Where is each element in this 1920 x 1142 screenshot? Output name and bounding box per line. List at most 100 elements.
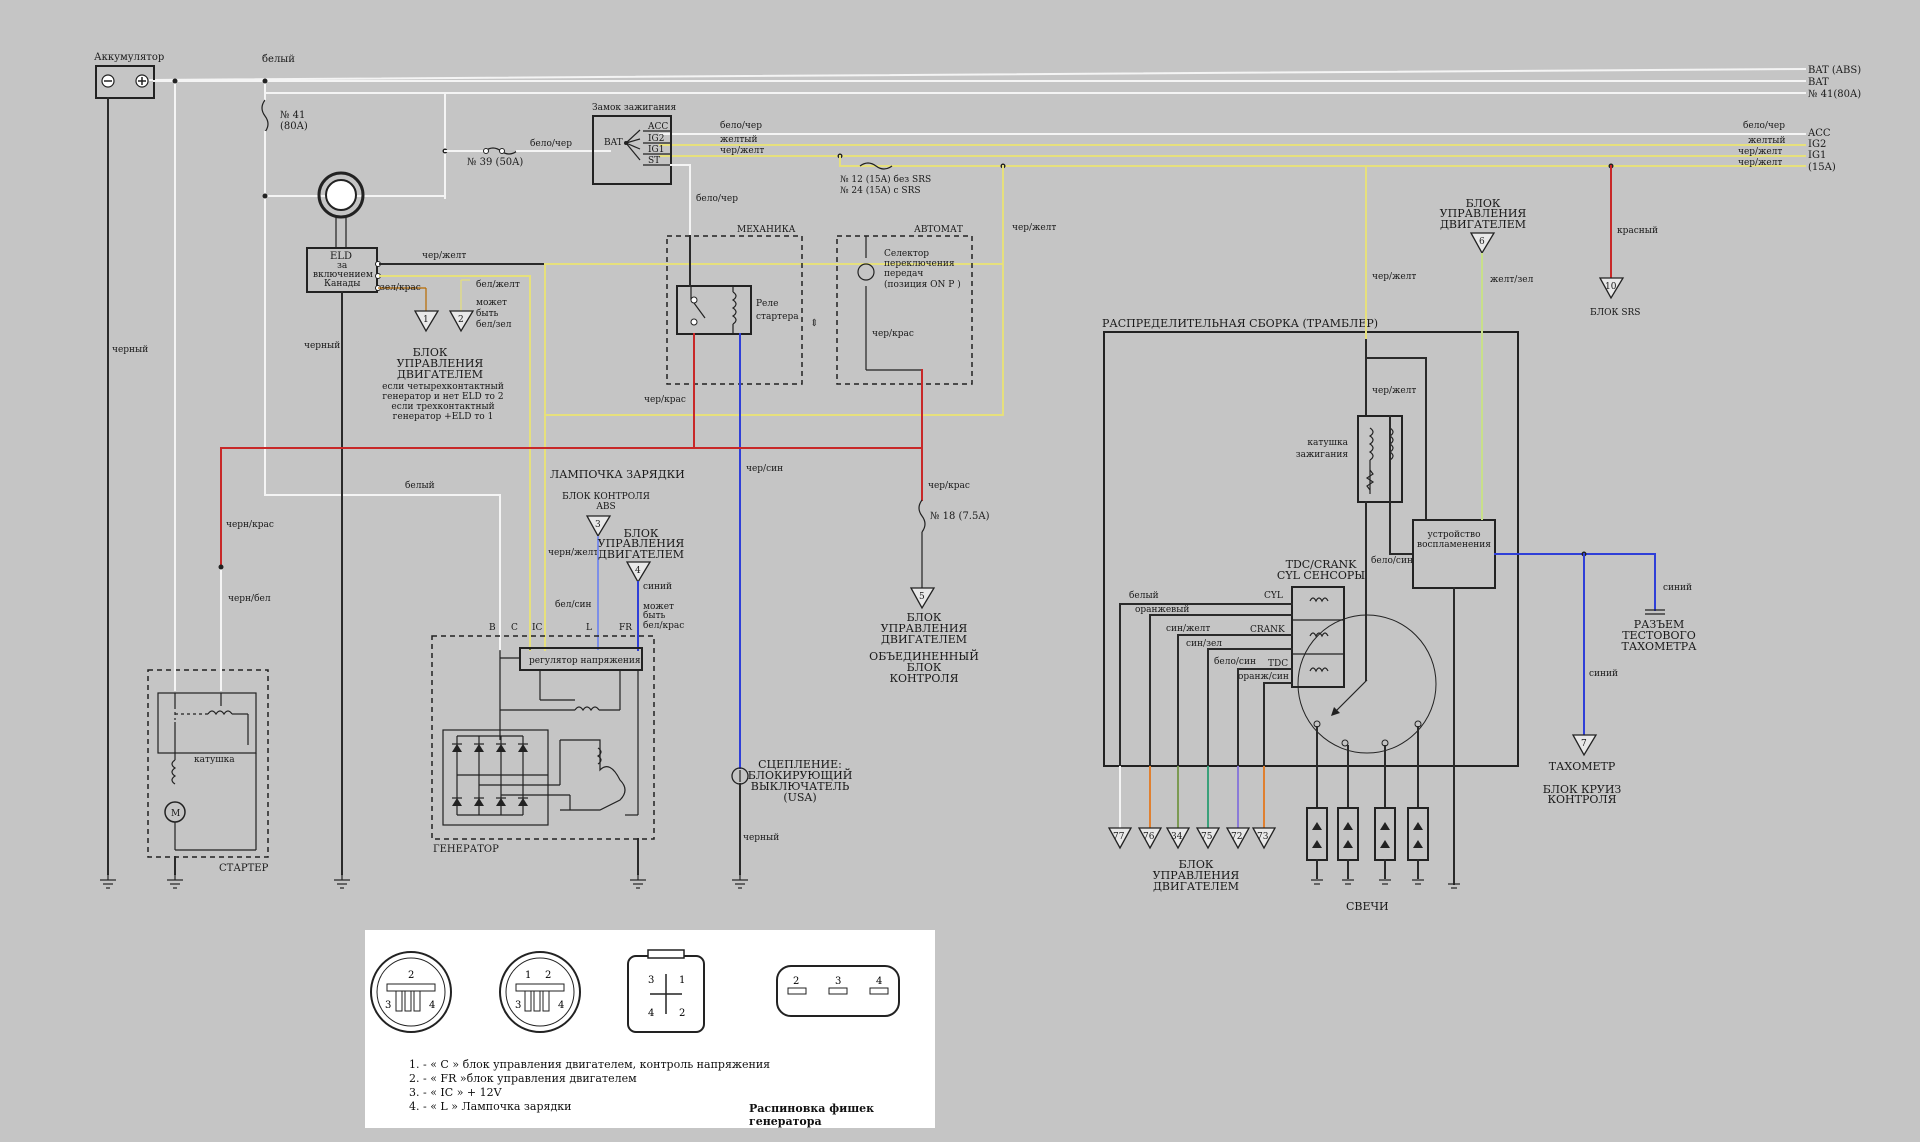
pin-number: 4	[429, 1000, 435, 1011]
maybe-line: бел/крас	[643, 620, 684, 631]
pin-label: 1	[423, 315, 429, 325]
fuse18-label: № 18 (7.5A)	[930, 511, 990, 522]
pin-number: 3	[385, 1000, 391, 1011]
ignition-wire-ig1: чер/желт	[720, 146, 764, 156]
fuse18-combined: КОНТРОЛЯ	[890, 672, 959, 685]
gen-pin-fr: FR	[619, 623, 632, 633]
legend-item: 3. - « IC » + 12V	[409, 1086, 502, 1099]
gen-pin-ic: IC	[532, 623, 543, 633]
legend-item: 2. - « FR »блок управления двигателем	[409, 1072, 637, 1085]
mech-title: МЕХАНИКА	[737, 225, 796, 235]
fuse18-ecu: ДВИГАТЕЛЕМ	[881, 633, 967, 646]
maybe-line: быть	[476, 308, 499, 319]
ignition-title: Замок зажигания	[592, 103, 677, 113]
fuse-41: № 41 (80A)	[261, 99, 308, 133]
fuse41-rating: (80A)	[280, 121, 308, 132]
gen-pin-b: B	[489, 623, 496, 633]
pin-label: 3	[595, 520, 601, 530]
relay-label: стартера	[756, 312, 799, 322]
ecu-note: если трехконтактный	[391, 402, 494, 412]
pin-label: 6	[1479, 237, 1485, 247]
ecu6-title: ДВИГАТЕЛЕМ	[1440, 218, 1526, 231]
charge-lamp: ЛАМПОЧКА ЗАРЯДКИ БЛОК КОНТРОЛЯ ABS 3 чер…	[548, 468, 685, 651]
pin-number: 1	[525, 970, 531, 981]
eld-line4: Канады	[324, 279, 360, 289]
spark-plugs: СВЕЧИ	[1306, 807, 1460, 913]
lamp-blue-wire: синий	[643, 582, 672, 592]
ecu6-wire: желт/зел	[1490, 275, 1534, 285]
bus-label: BAT (ABS)	[1808, 65, 1861, 76]
auto-selector: АВТОМАТ Селектор переключения передач (п…	[836, 225, 973, 385]
ecu-bottom-title: ДВИГАТЕЛЕМ	[1153, 880, 1239, 893]
ecu-6: БЛОК УПРАВЛЕНИЯ ДВИГАТЕЛЕМ 6 желт/зел	[1440, 197, 1534, 520]
ecu-pin: 72	[1231, 832, 1242, 842]
connector-4pin-round-b: 1 2 3 4	[499, 951, 581, 1033]
battery-ground-wire-label: черный	[112, 345, 148, 355]
lamp-title: ЛАМПОЧКА ЗАРЯДКИ	[550, 468, 685, 481]
eld-wire-bw: бел/желт	[476, 279, 520, 290]
ground-symbol	[100, 874, 116, 889]
ignition-wire-acc: бело/чер	[720, 120, 762, 131]
clutch-switch: СЦЕПЛЕНИЕ: БЛОКИРУЮЩИЙ ВЫКЛЮЧАТЕЛЬ (USA)…	[731, 758, 852, 889]
lamp-cy-wire: черн/желт	[548, 548, 598, 558]
mech-auto-switch: ⇕	[810, 318, 818, 329]
ecu-pin: 73	[1257, 832, 1269, 842]
selector-line: переключения	[884, 259, 955, 269]
sensor-wire: оранж/син	[1238, 672, 1289, 682]
starter-motor: M	[171, 809, 180, 819]
legend-caption: Распиновка фишек генератора	[749, 1102, 875, 1128]
dist-title: РАСПРЕДЕЛИТЕЛЬНАЯ СБОРКА (ТРАМБЛЕР)	[1102, 317, 1378, 330]
pin-number: 4	[876, 976, 882, 987]
clutch-line: (USA)	[783, 791, 816, 804]
pin-label: 4	[635, 566, 641, 576]
gen-regulator: регулятор напряжения	[529, 656, 641, 666]
sensor-tdc: TDC	[1268, 659, 1288, 669]
ecu-bottom: 77 76 34 75 72 73 БЛОК УПРАВЛЕНИЯ ДВИГАТ…	[1107, 827, 1277, 893]
starter-red-wire: черн/крас	[226, 520, 274, 530]
pin-number: 2	[793, 976, 799, 987]
battery-wire-label: белый	[262, 54, 295, 65]
selector-line: Селектор	[884, 249, 929, 259]
mech-relay: МЕХАНИКА Реле стартера	[666, 225, 803, 385]
selector-line: (позиция ON P )	[884, 279, 961, 290]
maybe-line: бел/зел	[476, 319, 512, 330]
starter-coil: катушка	[194, 755, 235, 765]
dist-coil: зажигания	[1296, 450, 1349, 460]
relay-label: Реле	[756, 299, 778, 309]
ecu-pin: 76	[1143, 832, 1155, 842]
ecu-pin: 75	[1201, 832, 1213, 842]
starter: черн/бел катушка M СТАРТЕР	[147, 564, 271, 889]
lamp-abs: ABS	[595, 502, 615, 512]
plugs-label: СВЕЧИ	[1346, 900, 1389, 913]
pin-number: 3	[648, 975, 654, 986]
eld-wire-gr: зел/крас	[380, 283, 421, 293]
auto-title: АВТОМАТ	[914, 225, 963, 235]
bus-color-label: чер/желт	[1738, 158, 1782, 168]
bus-label: ACC	[1807, 128, 1831, 139]
fuse39-wire-label: бело/чер	[530, 138, 572, 149]
sensor-crank: CRANK	[1250, 625, 1285, 635]
gen-title: ГЕНЕРАТОР	[433, 844, 499, 855]
wiring-diagram: BAT (ABS) BAT № 41(80A) ACC IG2 IG1 (15A…	[94, 52, 1861, 913]
sensor-cyl: CYL	[1264, 591, 1283, 601]
ignition-bat: BAT	[604, 138, 623, 148]
selector-line: передач	[884, 269, 923, 279]
ignition-wire-st: бело/чер	[696, 193, 738, 204]
ecu-note: генератор +ELD то 1	[393, 412, 494, 422]
tach-title: ТАХОМЕТР	[1549, 760, 1616, 773]
eld-unit: ELD за включением Канады	[306, 171, 381, 293]
fuse-18: № 18 (7.5A) 5 БЛОК УПРАВЛЕНИЯ ДВИГАТЕЛЕМ…	[869, 499, 990, 685]
sensor-wire: син/желт	[1166, 624, 1210, 634]
dist-igniter: устройство	[1428, 530, 1481, 540]
fuse-12-24: № 12 (15A) без SRS № 24 (15A) с SRS	[837, 153, 931, 196]
pin-label: 10	[1605, 282, 1617, 292]
bus-label: (15A)	[1808, 162, 1836, 173]
bus-label: IG1	[1808, 150, 1826, 161]
srs-wire: красный	[1617, 226, 1658, 236]
tach-cruise: КОНТРОЛЯ	[1548, 793, 1617, 806]
ecu-pin: 77	[1113, 832, 1125, 842]
bus-color-label: желтый	[1748, 136, 1785, 146]
fuse-39: № 39 (50A) бело/чер	[444, 138, 611, 168]
lamp-ecu: ДВИГАТЕЛЕМ	[598, 548, 684, 561]
lamp-abs: БЛОК КОНТРОЛЯ	[562, 492, 650, 502]
